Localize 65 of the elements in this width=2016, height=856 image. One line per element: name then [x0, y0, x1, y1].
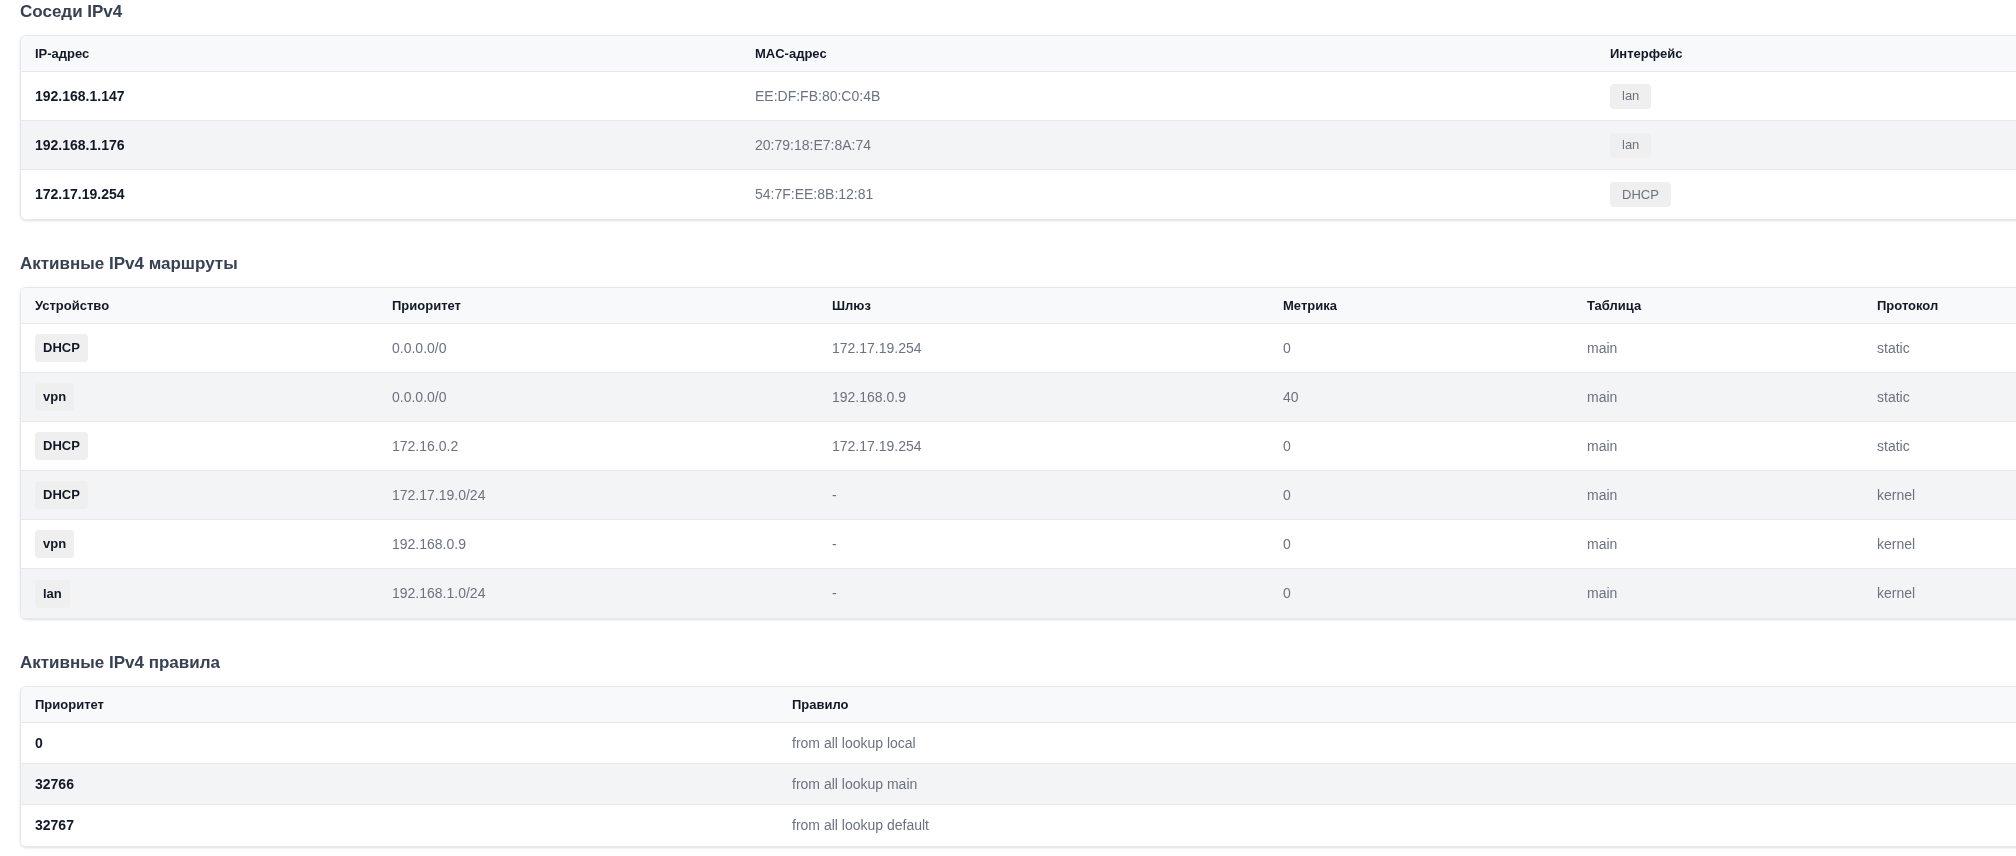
table-cell-text: static	[1877, 436, 1910, 456]
table-cell-text: 0.0.0.0/0	[392, 387, 447, 407]
column-header: Правило	[792, 695, 849, 714]
table-cell-text: 192.168.1.0/24	[392, 584, 486, 603]
column-header: Интерфейс	[1610, 44, 1683, 63]
column-header: Приоритет	[35, 695, 104, 714]
device-tag: vpn	[35, 530, 75, 558]
section-title: Активные IPv4 маршруты	[20, 254, 239, 274]
table-cell-text: 172.17.19.0/24	[392, 485, 486, 505]
column-header: Протокол	[1877, 296, 1939, 315]
table-cell-text: main	[1587, 584, 1618, 603]
device-tag: lan	[35, 579, 70, 608]
device-tag: DHCP	[35, 432, 88, 460]
table-cell-text: 192.168.1.176	[35, 135, 125, 155]
table-cell-text: 0	[1283, 436, 1291, 456]
column-header: Таблица	[1587, 296, 1642, 315]
device-tag: vpn	[35, 383, 75, 411]
interface-tag: lan	[1610, 83, 1652, 109]
section-title: Активные IPv4 правила	[20, 653, 221, 673]
table-cell-text: main	[1587, 387, 1618, 407]
column-header: IP-адрес	[35, 44, 90, 63]
table-cell-text: 172.17.19.254	[832, 436, 922, 456]
device-tag: DHCP	[35, 334, 88, 362]
table-cell-text: EE:DF:FB:80:C0:4B	[755, 86, 881, 106]
table-cell-text: -	[832, 584, 837, 603]
interface-tag: lan	[1610, 132, 1652, 158]
table-cell-text: 32767	[35, 816, 74, 835]
table-cell-text: kernel	[1877, 584, 1916, 603]
column-header: Устройство	[35, 296, 110, 315]
table-cell-text: -	[832, 485, 837, 505]
table-cell-text: 0	[1283, 584, 1291, 603]
table-cell-text: 0	[1283, 485, 1291, 505]
section-title: Соседи IPv4	[20, 2, 124, 22]
table-cell-text: from all lookup default	[792, 816, 929, 835]
table-cell-text: 192.168.0.9	[392, 534, 466, 554]
device-tag: DHCP	[35, 481, 88, 509]
table-cell-text: 32766	[35, 774, 74, 794]
table-cell-text: 40	[1283, 387, 1299, 407]
table-cell-text: 0	[35, 733, 43, 753]
table-cell-text: 20:79:18:E7:8A:74	[755, 135, 871, 155]
table-cell-text: 0	[1283, 338, 1291, 358]
table-cell-text: from all lookup main	[792, 774, 918, 794]
table-cell-text: main	[1587, 436, 1618, 456]
table-cell-text: 192.168.1.147	[35, 86, 125, 106]
table-cell-text: 192.168.0.9	[832, 387, 906, 407]
column-header: Шлюз	[832, 296, 871, 315]
column-header: Метрика	[1283, 296, 1337, 315]
table-cell-text: 172.16.0.2	[392, 436, 459, 456]
table-cell-text: 172.17.19.254	[35, 185, 125, 204]
table-cell-text: main	[1587, 485, 1618, 505]
table-cell-text: main	[1587, 338, 1618, 358]
interface-tag: DHCP	[1610, 182, 1671, 207]
table-cell-text: 0	[1283, 534, 1291, 554]
table-cell-text: 54:7F:EE:8B:12:81	[755, 185, 874, 204]
table-cell-text: static	[1877, 387, 1910, 407]
table-cell-text: 172.17.19.254	[832, 338, 922, 358]
table-cell-text: kernel	[1877, 485, 1916, 505]
table-cell-text: main	[1587, 534, 1618, 554]
column-header: Приоритет	[392, 296, 461, 315]
table-cell-text: -	[832, 534, 837, 554]
table-cell-text: static	[1877, 338, 1910, 358]
table-cell-text: 0.0.0.0/0	[392, 338, 447, 358]
table-cell-text: kernel	[1877, 534, 1916, 554]
table-cell-text: from all lookup local	[792, 733, 916, 753]
column-header: MAC-адрес	[755, 44, 827, 63]
